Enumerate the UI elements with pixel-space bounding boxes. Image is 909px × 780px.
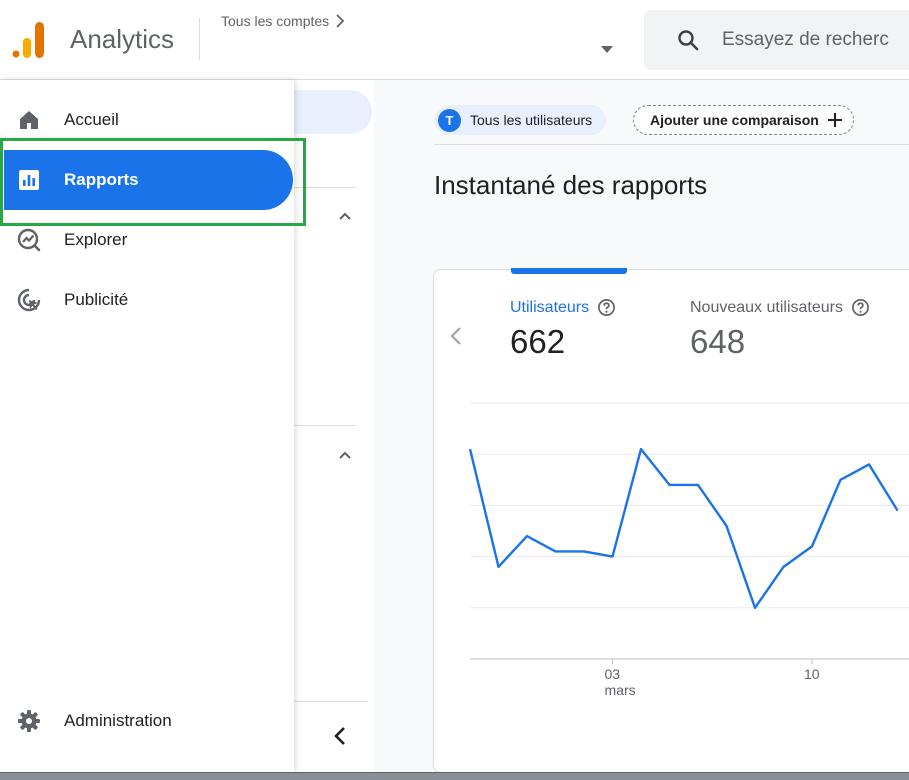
plus-icon bbox=[827, 113, 842, 127]
explore-icon bbox=[17, 228, 41, 252]
nav-item-label: Explorer bbox=[64, 230, 128, 249]
chevron-up-icon[interactable] bbox=[337, 447, 353, 463]
collapse-panel-icon[interactable] bbox=[330, 724, 350, 748]
nav-item-label: Publicité bbox=[64, 290, 129, 309]
account-dropdown-icon[interactable] bbox=[600, 44, 614, 54]
content-divider bbox=[434, 144, 909, 145]
top-header: Analytics Tous les comptes Essayez de re… bbox=[0, 0, 909, 80]
taskbar-strip bbox=[0, 772, 909, 780]
account-breadcrumb[interactable]: Tous les comptes bbox=[221, 13, 345, 29]
section-divider bbox=[294, 701, 368, 702]
page-title: Instantané des rapports bbox=[434, 170, 708, 200]
search-bar[interactable]: Essayez de recherc bbox=[644, 10, 909, 70]
audience-chip-label: Tous les utilisateurs bbox=[470, 112, 593, 128]
nav-item-publicite[interactable]: Publicité bbox=[0, 270, 294, 330]
secondary-selected-item[interactable] bbox=[294, 90, 372, 134]
x-tick-label: 03 bbox=[605, 666, 621, 682]
users-line-chart: 03mars 10 bbox=[468, 402, 909, 698]
chevron-right-icon bbox=[336, 14, 345, 28]
nav-item-label: Accueil bbox=[64, 110, 119, 129]
nav-item-label: Administration bbox=[64, 711, 172, 730]
add-comparison-button[interactable]: Ajouter une comparaison bbox=[633, 105, 854, 135]
audience-avatar: T bbox=[438, 108, 461, 132]
app-title: Analytics bbox=[70, 24, 175, 54]
audience-chip[interactable]: T Tous les utilisateurs bbox=[434, 105, 607, 135]
header-divider bbox=[199, 18, 200, 60]
chevron-up-icon[interactable] bbox=[337, 208, 353, 224]
nav-item-administration[interactable]: Administration bbox=[0, 691, 294, 751]
series-line-users bbox=[468, 447, 899, 609]
search-input[interactable]: Essayez de recherc bbox=[722, 29, 889, 51]
section-divider bbox=[294, 425, 356, 426]
highlight-annotation bbox=[0, 138, 306, 226]
search-icon bbox=[678, 30, 699, 51]
analytics-logo-icon[interactable] bbox=[12, 20, 48, 60]
add-comparison-label: Ajouter une comparaison bbox=[650, 112, 819, 128]
account-crumb-label[interactable]: Tous les comptes bbox=[221, 13, 329, 29]
x-tick-month-label: mars bbox=[605, 682, 636, 698]
secondary-report-panel bbox=[294, 80, 374, 772]
advertising-icon bbox=[17, 288, 41, 312]
gear-icon bbox=[18, 710, 40, 732]
metrics-card: Utilisateurs 662 Nouveaux utilisateurs 6… bbox=[433, 268, 909, 773]
home-icon bbox=[20, 111, 38, 129]
x-tick-label: 10 bbox=[804, 666, 820, 682]
